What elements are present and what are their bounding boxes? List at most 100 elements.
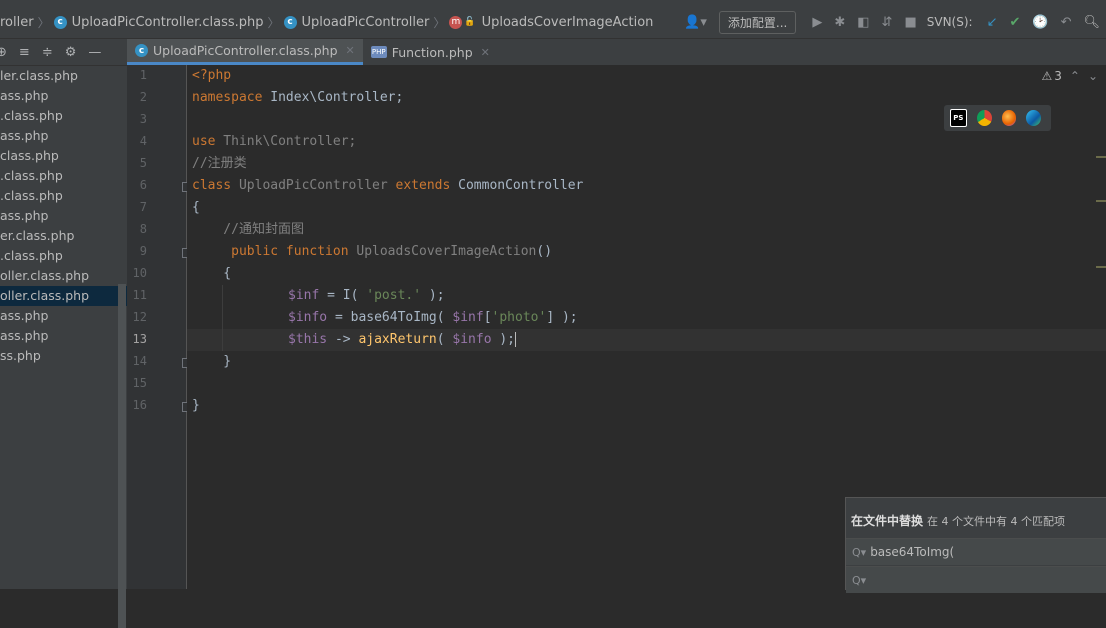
line-number: 6	[139, 178, 147, 192]
chevron-up-icon[interactable]: ⌃	[1070, 69, 1080, 83]
project-file-item[interactable]: class.php	[0, 146, 127, 166]
class-icon: c	[135, 44, 148, 57]
browser-popup: PS	[944, 105, 1051, 131]
line-number: 1	[139, 68, 147, 82]
firefox-icon[interactable]	[1001, 110, 1017, 126]
svn-commit-icon[interactable]: ✔	[1009, 15, 1020, 30]
code-line-16: }	[192, 398, 200, 413]
inspection-widget[interactable]: ⚠ 3 ⌃ ⌄	[1041, 69, 1098, 83]
project-file-item[interactable]: ler.class.php	[0, 66, 127, 86]
line-number: 13	[132, 332, 147, 346]
line-number: 11	[132, 288, 147, 302]
breadcrumb-separator-icon: 〉	[37, 15, 50, 30]
debug-icon[interactable]: ✱	[834, 15, 845, 30]
add-configuration-button[interactable]: 添加配置...	[718, 10, 797, 34]
line-number: 3	[139, 112, 147, 126]
code-line-14: }	[192, 354, 232, 369]
project-file-item[interactable]: .class.php	[0, 186, 127, 206]
svn-update-icon[interactable]: ↙	[987, 15, 998, 30]
breadcrumb-folder[interactable]: roller	[0, 15, 34, 30]
project-panel: ⊕ ≡ ≑ ⚙ — ler.class.php ass.php .class.php…	[0, 39, 127, 628]
close-icon[interactable]: ✕	[481, 46, 490, 59]
project-file-item[interactable]: .class.php	[0, 246, 127, 266]
warning-icon: ⚠	[1041, 69, 1053, 83]
project-file-item[interactable]: ass.php	[0, 126, 127, 146]
code-line-7: {	[192, 200, 200, 215]
project-file-item[interactable]: oller.class.php	[0, 286, 127, 306]
scroll-marker[interactable]	[1096, 200, 1106, 202]
chevron-down-icon[interactable]: ⌄	[1088, 69, 1098, 83]
navigation-bar: roller 〉 c UploadPicController.class.php …	[0, 6, 1106, 39]
project-toolbar: ⊕ ≡ ≑ ⚙ —	[0, 39, 127, 66]
stop-icon[interactable]: ■	[904, 15, 916, 30]
line-number: 8	[139, 222, 147, 236]
code-line-12: $info = base64ToImg( $inf['photo'] );	[288, 310, 578, 325]
class-icon: c	[283, 15, 297, 29]
code-line-8: //通知封面图	[192, 222, 304, 237]
project-file-item[interactable]: ss.php	[0, 346, 127, 366]
find-panel-title: 在文件中替换在 4 个文件中有 4 个匹配项	[851, 514, 1065, 528]
scroll-marker[interactable]	[1096, 266, 1106, 268]
history-icon[interactable]: 🕑	[1032, 15, 1048, 30]
code-line-2: namespace Index\Controller;	[192, 90, 404, 105]
collapse-all-icon[interactable]: ≑	[42, 45, 53, 60]
breadcrumb-separator-icon: 〉	[267, 15, 280, 30]
phpstorm-icon[interactable]: PS	[950, 109, 967, 127]
gear-icon[interactable]: ⚙	[65, 45, 77, 60]
search-icon[interactable]: 🔍︎	[1083, 15, 1100, 30]
class-icon: c	[53, 15, 67, 29]
minimize-icon[interactable]: —	[88, 45, 101, 60]
chrome-icon[interactable]	[976, 110, 992, 126]
line-number: 4	[139, 134, 147, 148]
rollback-icon[interactable]: ↶	[1061, 15, 1072, 30]
close-icon[interactable]: ✕	[346, 44, 355, 57]
code-line-5: //注册类	[192, 156, 247, 171]
code-line-6: class UploadPicController extends Common…	[192, 178, 584, 193]
code-line-9: public function UploadsCoverImageAction(…	[192, 244, 553, 259]
line-number: 5	[139, 156, 147, 170]
user-dropdown-icon[interactable]: 👤▾	[684, 15, 707, 30]
project-file-item[interactable]: ass.php	[0, 326, 127, 346]
coverage-icon[interactable]: ◧	[857, 15, 869, 30]
line-number: 7	[139, 200, 147, 214]
breadcrumb-separator-icon: 〉	[433, 15, 446, 30]
search-input[interactable]: Q▾ base64ToImg(	[846, 538, 1106, 565]
method-icon: m	[449, 15, 463, 29]
text-caret	[515, 332, 517, 347]
line-number: 2	[139, 90, 147, 104]
edge-icon[interactable]	[1026, 110, 1041, 126]
project-scrollbar[interactable]	[118, 284, 126, 628]
project-file-item[interactable]: .class.php	[0, 106, 127, 126]
tab-uploadpiccontroller[interactable]: c UploadPicController.class.php ✕	[127, 39, 363, 65]
line-number: 15	[132, 376, 147, 390]
breadcrumb-class[interactable]: c UploadPicController	[283, 15, 429, 30]
line-number-gutter: 1 2 3 4 5 6 7 8 9 10 11 12 13 14 15 16	[127, 65, 191, 589]
search-icon: Q▾	[852, 573, 867, 587]
scroll-marker[interactable]	[1096, 156, 1106, 158]
locate-icon[interactable]: ⊕	[0, 45, 7, 60]
tab-function[interactable]: PHP Function.php ✕	[363, 39, 498, 65]
search-icon: Q▾	[852, 545, 867, 559]
breadcrumb-method[interactable]: m 🔓 UploadsCoverImageAction	[449, 15, 653, 30]
attach-icon[interactable]: ⇵	[882, 15, 893, 30]
svn-label: SVN(S):	[926, 15, 973, 29]
project-file-item[interactable]: ass.php	[0, 206, 127, 226]
line-number: 14	[132, 354, 147, 368]
project-file-item[interactable]: ass.php	[0, 86, 127, 106]
warning-count: 3	[1054, 69, 1062, 83]
project-file-list: ler.class.php ass.php .class.php ass.php cla…	[0, 66, 127, 366]
project-file-item[interactable]: oller.class.php	[0, 266, 127, 286]
code-line-10: {	[192, 266, 232, 281]
line-number: 10	[132, 266, 147, 280]
run-icon[interactable]: ▶	[812, 15, 822, 30]
project-file-item[interactable]: .class.php	[0, 166, 127, 186]
project-file-item[interactable]: er.class.php	[0, 226, 127, 246]
breadcrumb-file[interactable]: c UploadPicController.class.php	[53, 15, 264, 30]
expand-all-icon[interactable]: ≡	[19, 45, 30, 60]
php-file-icon: PHP	[370, 46, 387, 58]
editor-tab-bar: c UploadPicController.class.php ✕ PHP Fu…	[127, 39, 1106, 66]
code-line-13: $this -> ajaxReturn( $info );	[288, 332, 517, 347]
line-number: 12	[132, 310, 147, 324]
project-file-item[interactable]: ass.php	[0, 306, 127, 326]
code-line-1: <?php	[192, 68, 232, 83]
